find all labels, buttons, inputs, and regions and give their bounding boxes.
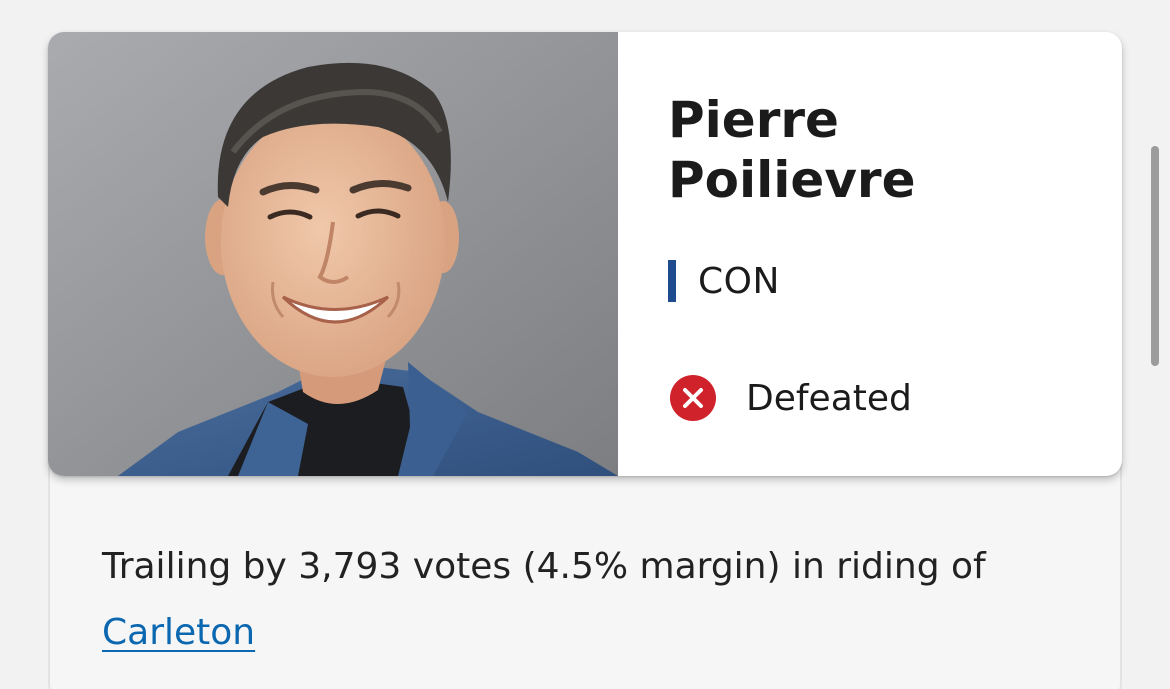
candidate-card: Pierre Poilievre CON Defeated: [48, 32, 1122, 476]
candidate-info: Pierre Poilievre CON Defeated: [618, 32, 1122, 476]
candidate-last-name: Poilievre: [668, 151, 916, 209]
party-color-bar: [668, 260, 676, 302]
riding-link[interactable]: Carleton: [102, 612, 255, 653]
defeated-x-icon: [670, 375, 716, 421]
candidate-first-name: Pierre: [668, 91, 839, 149]
status-label: Defeated: [746, 377, 912, 419]
candidate-photo: [48, 32, 618, 476]
status-row: Defeated: [668, 374, 1122, 422]
candidate-name: Pierre Poilievre: [668, 90, 1028, 210]
page: Trailing by 3,793 votes (4.5% margin) in…: [0, 0, 1170, 689]
scrollbar[interactable]: [1151, 146, 1159, 366]
candidate-portrait-image: [48, 32, 618, 476]
party-row: CON: [668, 260, 1122, 302]
result-summary-text: Trailing by 3,793 votes (4.5% margin) in…: [102, 546, 986, 587]
party-label: CON: [698, 260, 780, 302]
result-summary: Trailing by 3,793 votes (4.5% margin) in…: [102, 534, 1082, 666]
result-details-panel: Trailing by 3,793 votes (4.5% margin) in…: [48, 440, 1122, 689]
